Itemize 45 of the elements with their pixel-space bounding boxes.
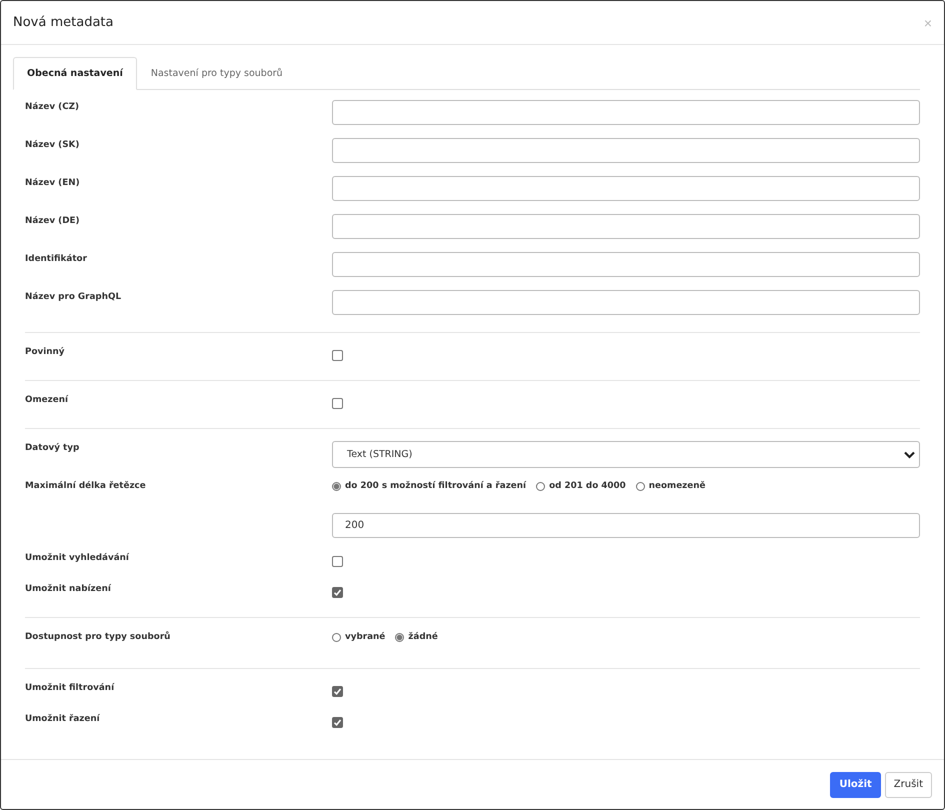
field-label: Identifikátor: [25, 253, 88, 264]
field-label: Název pro GraphQL: [25, 291, 122, 302]
field-label: Omezení: [25, 394, 70, 405]
field-label: Datový typ: [25, 442, 80, 453]
radio-label[interactable]: od 201 do 4000: [549, 481, 626, 491]
tab[interactable]: Nastavení pro typy souborů: [136, 57, 297, 90]
radio-button[interactable]: [536, 482, 546, 490]
input-field[interactable]: [332, 214, 920, 239]
radio-label[interactable]: neomezeně: [648, 481, 706, 491]
field-label: Název (SK): [25, 139, 80, 150]
dropdown[interactable]: Text (STRING): [332, 441, 920, 468]
field-label: Umožnit filtrování: [25, 682, 116, 693]
radio-button[interactable]: [636, 482, 645, 490]
chevron-down-icon: [904, 450, 915, 458]
input-field[interactable]: [332, 100, 920, 125]
dialog-title: Nová metadata: [13, 15, 114, 30]
radio-button[interactable]: [332, 482, 341, 490]
radio-label[interactable]: do 200 s možností filtrování a řazení: [345, 481, 526, 491]
field-label: Umožnit nabízení: [25, 583, 112, 594]
field-label: Umožnit vyhledávání: [25, 552, 130, 563]
field-label: Dostupnost pro typy souborů: [25, 630, 172, 642]
field-label: Maximální délka řetězce: [25, 480, 147, 491]
checkbox[interactable]: [332, 587, 343, 598]
save-button[interactable]: Uložit: [830, 772, 881, 798]
radio-label[interactable]: vybrané: [345, 632, 386, 642]
input-field[interactable]: 200: [332, 513, 920, 538]
input-field[interactable]: [332, 176, 920, 201]
field-label: Umožnit řazení: [25, 713, 101, 724]
tab[interactable]: Obecná nastavení: [13, 57, 137, 90]
radio-label[interactable]: žádné: [408, 632, 438, 642]
input-field[interactable]: [332, 252, 920, 277]
radio-button[interactable]: [395, 632, 404, 642]
checkbox[interactable]: [332, 686, 343, 697]
input-field[interactable]: [332, 290, 920, 315]
field-label: Název (EN): [25, 177, 81, 188]
field-label: Název (DE): [25, 215, 81, 226]
cancel-button[interactable]: Zrušit: [884, 772, 932, 798]
checkbox[interactable]: [332, 717, 343, 728]
radio-button[interactable]: [332, 632, 341, 642]
field-label: Povinný: [25, 346, 66, 357]
field-label: Název (CZ): [25, 101, 80, 112]
checkbox[interactable]: [332, 350, 343, 361]
checkbox[interactable]: [332, 556, 343, 567]
input-field[interactable]: [332, 138, 920, 163]
checkbox[interactable]: [332, 398, 343, 409]
